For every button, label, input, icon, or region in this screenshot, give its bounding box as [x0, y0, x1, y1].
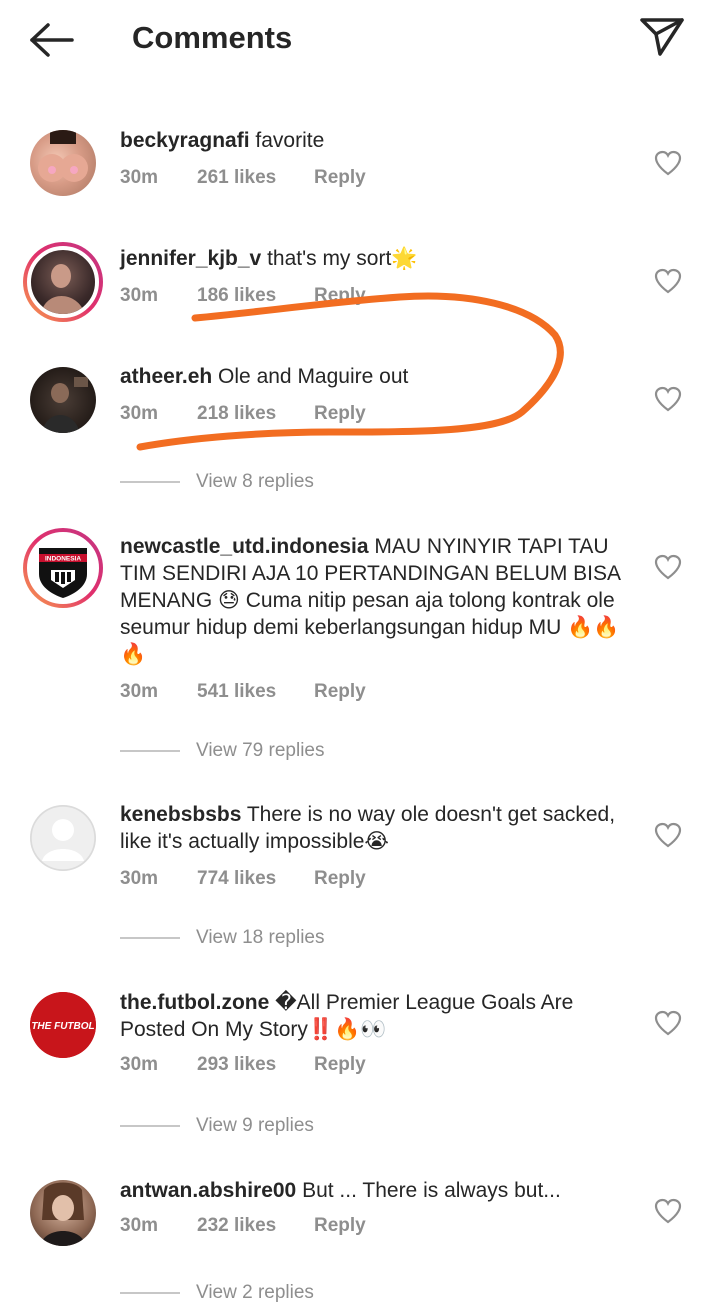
- replies-divider: [120, 1124, 180, 1127]
- view-replies-button[interactable]: View 9 replies: [120, 1115, 314, 1137]
- comment-time: 30m: [120, 1054, 159, 1075]
- replies-divider: [120, 480, 180, 483]
- heart-icon[interactable]: [654, 822, 682, 848]
- comment-meta: 30m 541 likes Reply: [120, 681, 366, 703]
- comment-body: But ... There is always but...: [296, 1179, 561, 1202]
- avatar-logo-text: THE FUTBOL: [31, 1021, 94, 1032]
- reply-button[interactable]: Reply: [314, 285, 366, 307]
- header-bar: Comments: [0, 0, 720, 82]
- comment-text: atheer.eh Ole and Maguire out: [120, 363, 630, 390]
- reply-button[interactable]: Reply: [314, 1215, 366, 1237]
- replies-divider: [120, 749, 180, 752]
- comment-text: jennifer_kjb_v that's my sort🌟: [120, 245, 630, 272]
- comment-username[interactable]: beckyragnafi: [120, 129, 250, 152]
- comment-text: kenebsbsbs There is no way ole doesn't g…: [120, 801, 630, 855]
- avatar[interactable]: THE FUTBOL: [30, 992, 96, 1058]
- comment-time: 30m: [120, 868, 159, 889]
- comment-text: antwan.abshire00 But ... There is always…: [120, 1177, 630, 1204]
- view-replies-label: View 18 replies: [196, 927, 325, 948]
- comment-likes[interactable]: 261 likes: [197, 167, 314, 189]
- reply-button[interactable]: Reply: [314, 167, 366, 189]
- comment-likes[interactable]: 232 likes: [197, 1215, 314, 1237]
- comment-likes[interactable]: 218 likes: [197, 403, 314, 425]
- comment-username[interactable]: newcastle_utd.indonesia: [120, 535, 369, 558]
- avatar-image: [41, 264, 85, 314]
- send-icon: [640, 18, 684, 56]
- comment-likes[interactable]: 774 likes: [197, 868, 314, 890]
- comment-meta: 30m 261 likes Reply: [120, 167, 366, 189]
- heart-icon[interactable]: [654, 150, 682, 176]
- avatar-image: INDONESIA: [39, 548, 87, 598]
- heart-icon[interactable]: [654, 1010, 682, 1036]
- view-replies-button[interactable]: View 8 replies: [120, 471, 314, 493]
- replies-divider: [120, 1291, 180, 1294]
- comment-time: 30m: [120, 403, 159, 424]
- view-replies-label: View 79 replies: [196, 740, 325, 761]
- comment-meta: 30m 232 likes Reply: [120, 1215, 366, 1237]
- comment-username[interactable]: antwan.abshire00: [120, 1179, 296, 1202]
- avatar-image: [38, 130, 88, 182]
- page-title: Comments: [132, 20, 293, 55]
- back-button[interactable]: [28, 20, 76, 60]
- comment-time: 30m: [120, 1215, 159, 1236]
- back-arrow-icon: [30, 23, 74, 57]
- view-replies-button[interactable]: View 2 replies: [120, 1282, 314, 1304]
- comment-body: favorite: [249, 129, 325, 152]
- comment-likes[interactable]: 293 likes: [197, 1054, 314, 1076]
- comment-meta: 30m 186 likes Reply: [120, 285, 366, 307]
- comment-text: beckyragnafi favorite: [120, 127, 630, 154]
- heart-icon[interactable]: [654, 386, 682, 412]
- comment-text: the.futbol.zone �All Premier League Goal…: [120, 989, 630, 1043]
- avatar-logo-text: INDONESIA: [45, 556, 81, 563]
- heart-icon[interactable]: [654, 268, 682, 294]
- comment-username[interactable]: kenebsbsbs: [120, 803, 241, 826]
- comment-body: Ole and Maguire out: [212, 365, 409, 388]
- view-replies-label: View 2 replies: [196, 1282, 314, 1303]
- avatar[interactable]: [30, 130, 96, 196]
- avatar-image: [42, 377, 88, 433]
- heart-icon[interactable]: [654, 554, 682, 580]
- comment-time: 30m: [120, 167, 159, 188]
- reply-button[interactable]: Reply: [314, 868, 366, 890]
- reply-button[interactable]: Reply: [314, 681, 366, 703]
- avatar-image: THE FUTBOL: [30, 992, 96, 1058]
- comment-username[interactable]: jennifer_kjb_v: [120, 247, 261, 270]
- comment-likes[interactable]: 541 likes: [197, 681, 314, 703]
- avatar[interactable]: [30, 1180, 96, 1246]
- default-avatar-icon: [30, 805, 96, 871]
- view-replies-label: View 9 replies: [196, 1115, 314, 1136]
- view-replies-button[interactable]: View 79 replies: [120, 740, 325, 762]
- comment-meta: 30m 774 likes Reply: [120, 868, 366, 890]
- comment-time: 30m: [120, 285, 159, 306]
- avatar[interactable]: [30, 367, 96, 433]
- avatar-image: [40, 1182, 86, 1246]
- view-replies-label: View 8 replies: [196, 471, 314, 492]
- comment-text: newcastle_utd.indonesia MAU NYINYIR TAPI…: [120, 533, 630, 668]
- heart-icon[interactable]: [654, 1198, 682, 1224]
- avatar[interactable]: [30, 805, 96, 871]
- comment-meta: 30m 293 likes Reply: [120, 1054, 366, 1076]
- comment-username[interactable]: the.futbol.zone: [120, 991, 269, 1014]
- reply-button[interactable]: Reply: [314, 403, 366, 425]
- comment-time: 30m: [120, 681, 159, 702]
- avatar[interactable]: [23, 242, 103, 322]
- share-button[interactable]: [638, 14, 686, 62]
- view-replies-button[interactable]: View 18 replies: [120, 927, 325, 949]
- comment-body: that's my sort🌟: [261, 247, 418, 270]
- replies-divider: [120, 936, 180, 939]
- comment-likes[interactable]: 186 likes: [197, 285, 314, 307]
- avatar[interactable]: INDONESIA: [23, 528, 103, 608]
- comment-meta: 30m 218 likes Reply: [120, 403, 366, 425]
- comment-username[interactable]: atheer.eh: [120, 365, 212, 388]
- reply-button[interactable]: Reply: [314, 1054, 366, 1076]
